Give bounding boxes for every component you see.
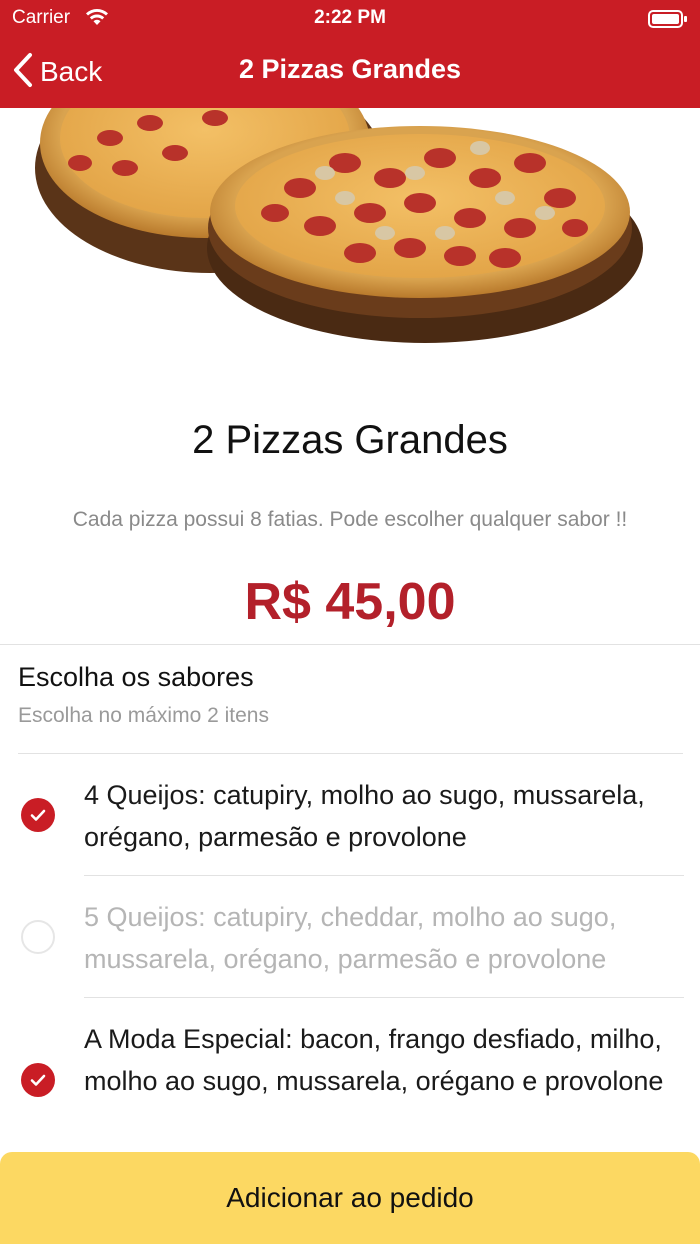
navigation-bar: Carrier 2:22 PM Back 2 Pizzas Grandes — [0, 0, 700, 108]
flavor-option-label: 4 Queijos: catupiry, molho ao sugo, muss… — [84, 780, 645, 852]
divider — [84, 875, 684, 876]
product-image — [0, 108, 700, 378]
flavor-option-label: 5 Queijos: catupiry, cheddar, molho ao s… — [84, 902, 617, 974]
product-description: Cada pizza possui 8 fatias. Pode escolhe… — [72, 508, 628, 531]
checked-radio-icon[interactable] — [21, 1063, 55, 1097]
flavor-option-4-queijos[interactable]: 4 Queijos: catupiry, molho ao sugo, muss… — [0, 774, 700, 874]
flavor-option-label: A Moda Especial: bacon, frango desfiado,… — [84, 1024, 664, 1096]
unchecked-radio-icon[interactable] — [21, 920, 55, 954]
flavors-section-title: Escolha os sabores — [18, 662, 254, 692]
flavor-option-5-queijos[interactable]: 5 Queijos: catupiry, cheddar, molho ao s… — [0, 896, 700, 996]
product-price: R$ 45,00 — [244, 573, 456, 631]
status-bar: Carrier 2:22 PM — [0, 0, 700, 36]
flavors-section-subtitle: Escolha no máximo 2 itens — [18, 704, 269, 727]
add-to-order-button[interactable]: Adicionar ao pedido — [0, 1152, 700, 1244]
clock: 2:22 PM — [314, 7, 386, 28]
divider — [0, 644, 700, 645]
battery-icon — [648, 9, 688, 34]
product-title: 2 Pizzas Grandes — [192, 418, 508, 462]
flavor-option-a-moda-especial[interactable]: A Moda Especial: bacon, frango desfiado,… — [0, 1018, 700, 1148]
divider — [84, 997, 684, 998]
divider — [18, 753, 683, 754]
nav-title: 2 Pizzas Grandes — [238, 54, 462, 84]
checked-radio-icon[interactable] — [21, 798, 55, 832]
